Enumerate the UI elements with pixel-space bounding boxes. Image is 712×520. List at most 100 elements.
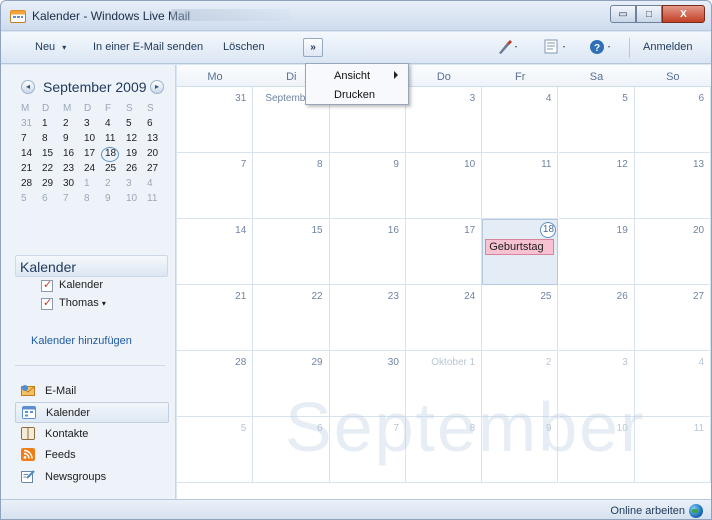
mini-day[interactable]: 22 xyxy=(42,163,63,178)
mini-day[interactable]: 1 xyxy=(84,178,105,193)
mini-day[interactable]: 11 xyxy=(105,133,126,148)
mini-day[interactable]: 13 xyxy=(147,133,168,148)
mini-day[interactable]: 9 xyxy=(63,133,84,148)
day-cell[interactable]: 25 xyxy=(482,285,559,351)
mini-day[interactable]: 4 xyxy=(105,118,126,133)
view-options-button[interactable] xyxy=(544,39,570,58)
mini-day[interactable]: 6 xyxy=(42,193,63,208)
mini-day[interactable]: 27 xyxy=(147,163,168,178)
mini-day[interactable]: 9 xyxy=(105,193,126,208)
delete-button[interactable]: Löschen xyxy=(223,41,265,53)
nav-item-feeds[interactable]: Feeds xyxy=(15,445,169,466)
mini-day[interactable]: 4 xyxy=(147,178,168,193)
mini-day[interactable]: 11 xyxy=(147,193,168,208)
mini-day[interactable]: 25 xyxy=(105,163,126,178)
mini-day[interactable]: 19 xyxy=(126,148,147,163)
maximize-button[interactable]: □ xyxy=(636,5,662,23)
day-cell[interactable]: 23 xyxy=(329,285,406,351)
day-cell[interactable]: 26 xyxy=(558,285,635,351)
mini-day[interactable]: 8 xyxy=(84,193,105,208)
next-month-button[interactable]: ▸ xyxy=(150,80,164,94)
day-cell[interactable]: 21 xyxy=(177,285,254,351)
day-cell[interactable]: 9 xyxy=(329,153,406,219)
day-cell[interactable]: 24 xyxy=(405,285,483,351)
mini-day[interactable]: 31 xyxy=(21,118,42,133)
send-in-email-button[interactable]: In einer E-Mail senden xyxy=(93,41,203,53)
day-cell[interactable]: 5 xyxy=(177,417,254,483)
nav-item-contacts[interactable]: Kontakte xyxy=(15,424,169,445)
day-cell[interactable]: 15 xyxy=(253,219,330,285)
day-cell[interactable]: 31 xyxy=(177,87,254,153)
mini-day[interactable]: 3 xyxy=(84,118,105,133)
day-cell[interactable]: 7 xyxy=(329,417,406,483)
mini-day[interactable]: 30 xyxy=(63,178,84,193)
nav-item-calendar[interactable]: Kalender xyxy=(15,402,169,423)
day-cell[interactable]: 16 xyxy=(329,219,406,285)
day-cell[interactable]: 11 xyxy=(634,417,711,483)
day-cell[interactable]: 10 xyxy=(558,417,635,483)
day-cell[interactable]: 8 xyxy=(253,153,330,219)
day-cell[interactable]: Oktober 1 xyxy=(405,351,483,417)
mini-day[interactable]: 10 xyxy=(126,193,147,208)
mini-day[interactable]: 8 xyxy=(42,133,63,148)
mini-day[interactable]: 29 xyxy=(42,178,63,193)
help-button[interactable]: ? xyxy=(589,39,615,58)
mini-day-today[interactable]: 18 xyxy=(101,147,126,163)
day-cell[interactable]: 7 xyxy=(177,153,254,219)
day-cell[interactable]: 20 xyxy=(634,219,711,285)
close-button[interactable]: X xyxy=(662,5,705,23)
day-cell[interactable]: 6 xyxy=(253,417,330,483)
mini-day[interactable]: 7 xyxy=(63,193,84,208)
signin-button[interactable]: Anmelden xyxy=(643,41,693,53)
day-cell-today[interactable]: 18 Geburtstag xyxy=(482,219,559,285)
mini-day[interactable]: 6 xyxy=(147,118,168,133)
mini-day[interactable]: 14 xyxy=(21,148,42,163)
day-cell[interactable]: 11 xyxy=(482,153,559,219)
mini-day[interactable]: 15 xyxy=(42,148,63,163)
menu-item-view[interactable]: Ansicht xyxy=(334,70,370,82)
mini-day[interactable]: 16 xyxy=(63,148,84,163)
nav-item-email[interactable]: E-Mail xyxy=(15,381,169,402)
new-button[interactable]: Neu ▾ xyxy=(35,41,66,53)
mini-day[interactable]: 5 xyxy=(126,118,147,133)
mini-day[interactable]: 2 xyxy=(105,178,126,193)
nav-item-newsgroups[interactable]: Newsgroups xyxy=(15,467,169,488)
day-cell[interactable]: 3 xyxy=(405,87,483,153)
calendar-checkbox[interactable] xyxy=(41,296,53,310)
day-cell[interactable]: 5 xyxy=(558,87,635,153)
day-cell[interactable]: 14 xyxy=(177,219,254,285)
day-cell[interactable]: 29 xyxy=(253,351,330,417)
day-cell[interactable]: 10 xyxy=(405,153,483,219)
day-cell[interactable]: 4 xyxy=(634,351,711,417)
day-cell[interactable]: 17 xyxy=(405,219,483,285)
day-cell[interactable]: 6 xyxy=(634,87,711,153)
day-cell[interactable]: 12 xyxy=(558,153,635,219)
mini-day[interactable]: 3 xyxy=(126,178,147,193)
mini-day[interactable]: 28 xyxy=(21,178,42,193)
day-cell[interactable]: 8 xyxy=(405,417,483,483)
day-cell[interactable]: 30 xyxy=(329,351,406,417)
day-cell[interactable]: 13 xyxy=(634,153,711,219)
day-cell[interactable]: 2 xyxy=(482,351,559,417)
day-cell[interactable]: 27 xyxy=(634,285,711,351)
prev-month-button[interactable]: ◂ xyxy=(21,80,35,94)
mini-day[interactable]: 7 xyxy=(21,133,42,148)
mini-day[interactable]: 2 xyxy=(63,118,84,133)
day-cell[interactable]: 3 xyxy=(558,351,635,417)
globe-icon[interactable] xyxy=(689,504,703,518)
mini-day[interactable]: 20 xyxy=(147,148,168,163)
calendar-event[interactable]: Geburtstag xyxy=(485,239,555,255)
pen-tool-button[interactable] xyxy=(497,39,519,58)
day-cell[interactable]: 19 xyxy=(558,219,635,285)
add-calendar-link[interactable]: Kalender hinzufügen xyxy=(31,335,132,347)
calendar-checkbox[interactable] xyxy=(41,278,53,292)
mini-day[interactable]: 21 xyxy=(21,163,42,178)
mini-day[interactable]: 1 xyxy=(42,118,63,133)
chevron-down-icon[interactable]: ▾ xyxy=(102,299,106,308)
mini-day[interactable]: 24 xyxy=(84,163,105,178)
mini-day[interactable]: 5 xyxy=(21,193,42,208)
more-commands-button[interactable]: » xyxy=(303,38,323,57)
day-cell[interactable]: 22 xyxy=(253,285,330,351)
mini-day[interactable]: 23 xyxy=(63,163,84,178)
day-cell[interactable]: 28 xyxy=(177,351,254,417)
